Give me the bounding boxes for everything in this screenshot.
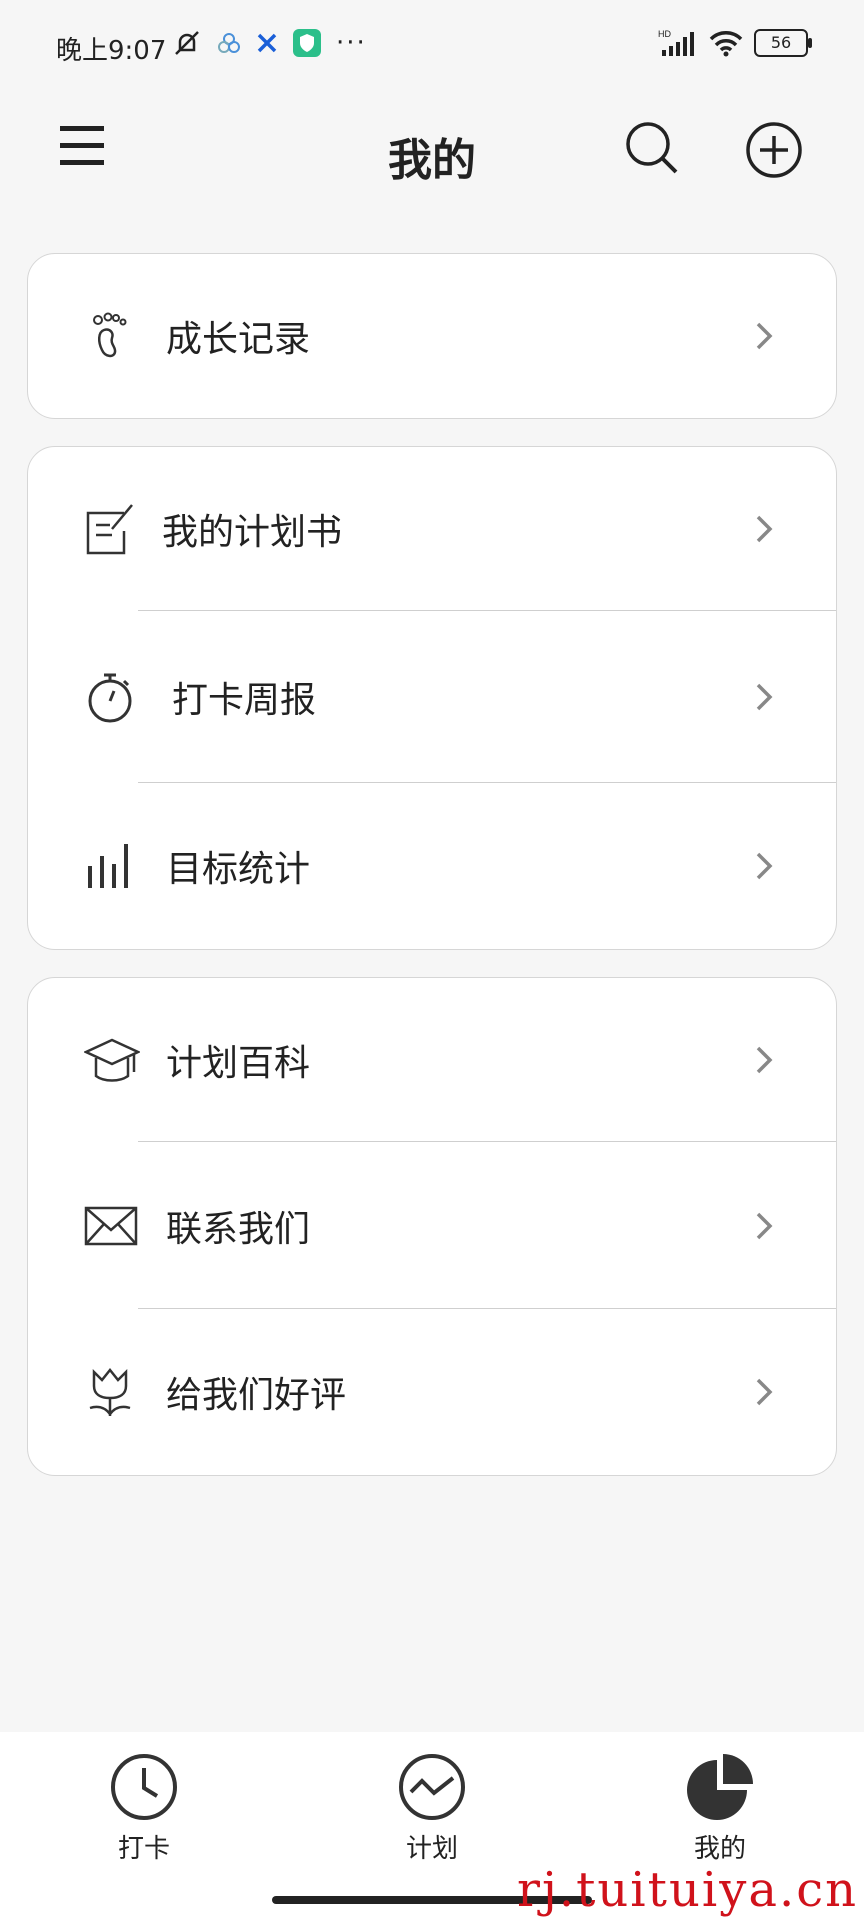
- info-card: 计划百科 联系我们 给我们好评: [27, 977, 837, 1476]
- menu-item-contact-us[interactable]: 联系我们: [28, 1142, 836, 1309]
- tab-label: 计划: [405, 1834, 458, 1864]
- tab-mine[interactable]: 我的: [650, 1752, 790, 1865]
- status-time: 晚上9:07: [56, 36, 167, 66]
- clock-icon: [111, 1754, 177, 1820]
- signal-icon: HD: [658, 29, 694, 56]
- envelope-icon: [84, 1206, 138, 1245]
- search-icon[interactable]: [624, 120, 680, 176]
- tab-label: 我的: [693, 1834, 746, 1864]
- note-edit-icon: [86, 504, 133, 555]
- footprint-icon: [93, 312, 127, 358]
- chevron-right-icon: [756, 683, 773, 711]
- chevron-right-icon: [756, 1046, 773, 1074]
- chevron-right-icon: [756, 852, 773, 880]
- menu-item-plan-encyclopedia[interactable]: 计划百科: [28, 978, 836, 1142]
- menu-item-label: 我的计划书: [162, 512, 343, 553]
- shield-app-icon: [293, 29, 321, 57]
- x-app-icon: [257, 33, 277, 53]
- status-system-icons: HD 56: [658, 28, 812, 58]
- menu-item-growth-record[interactable]: 成长记录: [28, 254, 836, 418]
- tab-label: 打卡: [117, 1834, 170, 1864]
- plan-card: 我的计划书 打卡周报 目标统计: [27, 446, 837, 950]
- menu-item-label: 联系我们: [166, 1208, 311, 1250]
- tulip-icon: [89, 1367, 131, 1416]
- wifi-icon: [709, 31, 743, 57]
- menu-item-my-plan-book[interactable]: 我的计划书: [28, 447, 836, 611]
- chevron-right-icon: [756, 1378, 773, 1406]
- pie-chart-icon: [687, 1754, 753, 1820]
- menu-item-label: 打卡周报: [172, 680, 317, 721]
- menu-item-goal-statistics[interactable]: 目标统计: [28, 783, 836, 949]
- add-icon[interactable]: [744, 120, 804, 180]
- svg-text:HD: HD: [658, 29, 671, 39]
- graduation-cap-icon: [84, 1038, 140, 1082]
- page-title: 我的: [388, 135, 476, 186]
- menu-item-label: 给我们好评: [166, 1375, 347, 1416]
- growth-card: 成长记录: [27, 253, 837, 419]
- top-bar: 我的: [0, 100, 864, 200]
- menu-item-label: 成长记录: [166, 319, 311, 360]
- stopwatch-icon: [88, 673, 132, 723]
- status-notification-icons: ···: [172, 28, 367, 58]
- menu-item-label: 目标统计: [166, 849, 311, 890]
- chevron-right-icon: [756, 1212, 773, 1239]
- trend-circle-icon: [399, 1754, 465, 1820]
- menu-item-label: 计划百科: [166, 1043, 311, 1084]
- menu-item-rate-us[interactable]: 给我们好评: [28, 1309, 836, 1475]
- tab-plan[interactable]: 计划: [362, 1752, 502, 1865]
- chevron-right-icon: [756, 515, 773, 543]
- battery-indicator: 56: [754, 29, 812, 57]
- status-bar: 晚上9:07 ··· HD 56: [0, 0, 864, 96]
- menu-item-weekly-report[interactable]: 打卡周报: [28, 611, 836, 783]
- more-notifications-icon: ···: [336, 28, 367, 58]
- tab-checkin[interactable]: 打卡: [74, 1752, 214, 1865]
- chevron-right-icon: [756, 322, 773, 350]
- watermark: rj.tuituiya.cn: [517, 1862, 858, 1918]
- app-notification-icon: [218, 33, 240, 53]
- bar-chart-icon: [88, 844, 128, 888]
- mute-bell-icon: [175, 31, 199, 55]
